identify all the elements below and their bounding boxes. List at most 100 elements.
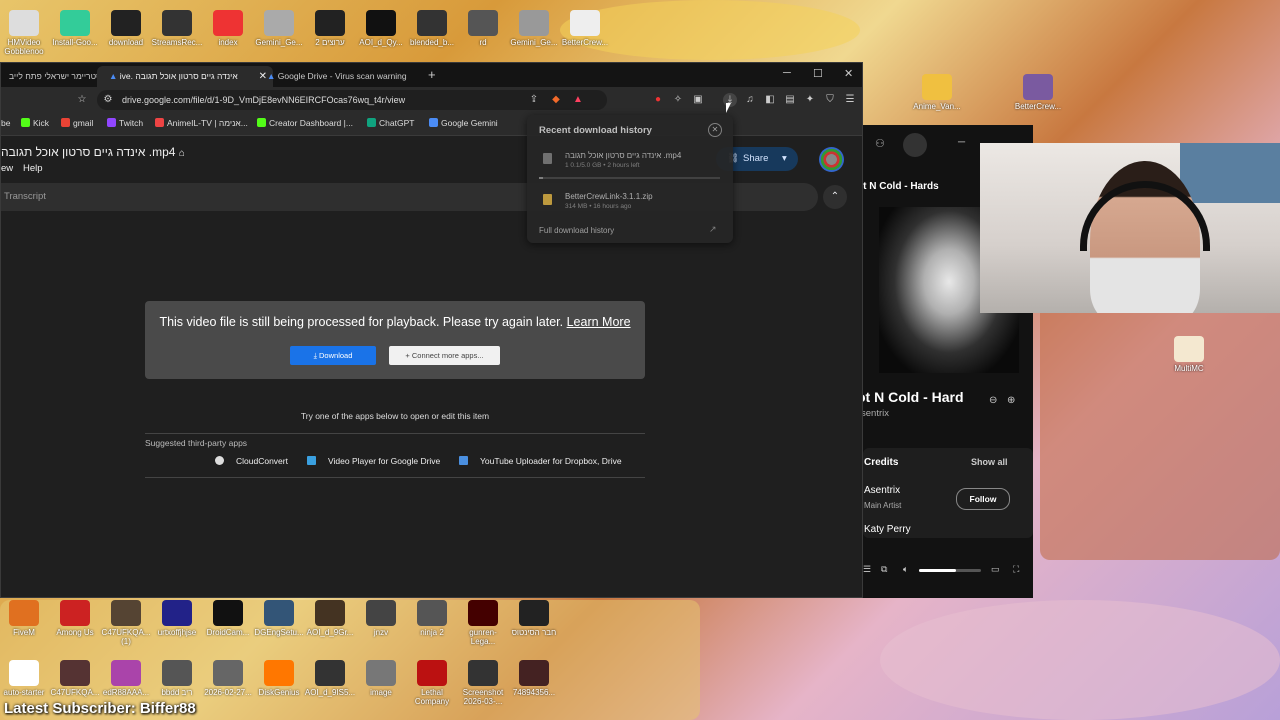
- desktop-icon[interactable]: C47UFKQA...: [49, 660, 101, 697]
- bookmark-icon[interactable]: ☆: [75, 93, 89, 107]
- volume-slider[interactable]: [919, 569, 981, 572]
- desktop-icon[interactable]: Install-Goo...: [49, 10, 101, 47]
- mini-player-icon[interactable]: ▭: [991, 564, 1000, 575]
- address-bar[interactable]: ⚙ drive.google.com/file/d/1-9D_VmDjE8evN…: [97, 90, 607, 110]
- maximize-button[interactable]: ☐: [813, 67, 823, 80]
- site-settings-icon[interactable]: ⚙: [101, 93, 115, 107]
- bookmark-item[interactable]: Twitch: [107, 118, 143, 128]
- desktop-icon[interactable]: 2026-02-27...: [202, 660, 254, 697]
- desktop-icon[interactable]: DroidCam...: [202, 600, 254, 637]
- bookmark-item[interactable]: Kick: [21, 118, 49, 128]
- learn-more-link[interactable]: Learn More: [567, 315, 631, 329]
- tab-streamer[interactable]: סטריימר ישראלי פתח לייב: [1, 66, 105, 87]
- desktop-icon[interactable]: StreamsRec...: [151, 10, 203, 47]
- track-title[interactable]: ot N Cold - Hard: [863, 389, 964, 405]
- chevron-up-icon[interactable]: ⌃: [823, 185, 847, 209]
- bookmark-item[interactable]: AnimeIL-TV | אנימה...: [155, 118, 248, 128]
- tab-drive-video[interactable]: ▲ ive. אינדה גיים סרטון אוכל תגובה ✕: [97, 66, 273, 87]
- desktop-icon[interactable]: gunren-Lega...: [457, 600, 509, 646]
- desktop-icon[interactable]: Gemini_Ge...: [253, 10, 305, 47]
- desktop-icon[interactable]: Among Us: [49, 600, 101, 637]
- credit-name[interactable]: Asentrix: [864, 485, 900, 496]
- desktop-icon[interactable]: C47UFKQA...(1): [100, 600, 152, 646]
- desktop-icon[interactable]: DiskGenius: [253, 660, 305, 697]
- close-icon[interactable]: ✕: [708, 123, 722, 137]
- plus-circle-icon[interactable]: ⊕: [1007, 395, 1015, 406]
- desktop-icon[interactable]: 74894356...: [508, 660, 560, 697]
- desktop-icon[interactable]: FiveM: [0, 600, 50, 637]
- app-cloudconvert[interactable]: CloudConvert: [215, 456, 288, 466]
- minus-circle-icon[interactable]: ⊖: [989, 395, 997, 406]
- extension-puzzle-icon[interactable]: ✧: [671, 93, 685, 107]
- desktop-icon[interactable]: BetterCrew...: [1012, 74, 1064, 111]
- share-page-icon[interactable]: ⇪: [527, 93, 541, 107]
- bookmark-item[interactable]: Google Gemini: [429, 118, 498, 128]
- friends-icon[interactable]: ⚇: [875, 137, 885, 150]
- fullscreen-icon[interactable]: ⛶: [1013, 564, 1019, 575]
- bookmark-item[interactable]: be: [1, 118, 10, 128]
- desktop-icon[interactable]: blended_b...: [406, 10, 458, 47]
- desktop-icon[interactable]: Gemini_Ge...: [508, 10, 560, 47]
- desktop-icon[interactable]: Screenshot 2026-03-...: [457, 660, 509, 706]
- wallet-icon[interactable]: ▤: [783, 93, 797, 107]
- desktop-icon[interactable]: auto-starter: [0, 660, 50, 697]
- desktop-icon[interactable]: MultiMC: [1163, 336, 1215, 373]
- app-icon: [519, 10, 549, 36]
- brave-shields-icon[interactable]: ◆: [549, 93, 563, 107]
- new-tab-button[interactable]: +: [428, 67, 436, 82]
- queue-icon[interactable]: ☰: [863, 564, 871, 575]
- desktop-icon[interactable]: BetterCrew...: [559, 10, 611, 47]
- desktop-icon-label: Among Us: [56, 628, 94, 637]
- desktop-icon[interactable]: bbdd ריב: [151, 660, 203, 697]
- avatar[interactable]: [903, 133, 927, 157]
- bookmark-item[interactable]: ChatGPT: [367, 118, 414, 128]
- desktop-icon[interactable]: HMVideo Gobblenoo: [0, 10, 50, 56]
- track-artist[interactable]: sentrix: [863, 408, 889, 419]
- desktop-icon[interactable]: Lethal Company: [406, 660, 458, 706]
- desktop-icon[interactable]: 2 ערוצים: [304, 10, 356, 47]
- connect-apps-button[interactable]: + Connect more apps...: [389, 346, 500, 365]
- sidebar-icon[interactable]: ◧: [763, 93, 777, 107]
- desktop-icon[interactable]: image: [355, 660, 407, 697]
- show-all-link[interactable]: Show all: [971, 457, 1008, 467]
- app-video-player[interactable]: Video Player for Google Drive: [307, 456, 440, 466]
- extension-record-icon[interactable]: ●: [651, 93, 665, 107]
- desktop-icon[interactable]: download: [100, 10, 152, 47]
- app-icon: [519, 600, 549, 626]
- desktop-icon[interactable]: AOI_d_Qy...: [355, 10, 407, 47]
- desktop-icon[interactable]: חבר הסינטוס: [508, 600, 560, 637]
- follow-button[interactable]: Follow: [956, 488, 1010, 510]
- extension-box-icon[interactable]: ▣: [691, 93, 705, 107]
- app-youtube-uploader[interactable]: YouTube Uploader for Dropbox, Drive: [459, 456, 622, 466]
- close-window-button[interactable]: ✕: [844, 67, 853, 80]
- menu-icon[interactable]: ☰: [843, 93, 857, 107]
- bookmark-item[interactable]: Creator Dashboard |...: [257, 118, 353, 128]
- desktop-icon[interactable]: ninja 2: [406, 600, 458, 637]
- avatar[interactable]: [819, 147, 844, 172]
- vpn-shield-icon[interactable]: ⛉: [823, 93, 837, 107]
- device-icon[interactable]: ⧉: [881, 564, 887, 575]
- download-button[interactable]: ⤓ Download: [290, 346, 376, 365]
- desktop-icon[interactable]: index: [202, 10, 254, 47]
- minimize-button[interactable]: ─: [783, 67, 791, 79]
- desktop-icon[interactable]: Anime_Van...: [911, 74, 963, 111]
- desktop-icon[interactable]: AOI_d_9Gr...: [304, 600, 356, 637]
- chevron-down-icon[interactable]: ▾: [782, 147, 787, 171]
- minimize-button[interactable]: ─: [958, 137, 965, 148]
- desktop-icon[interactable]: jnzv: [355, 600, 407, 637]
- volume-icon[interactable]: 🔈︎: [903, 564, 908, 575]
- leo-ai-icon[interactable]: ✦: [803, 93, 817, 107]
- full-history-link[interactable]: Full download history: [539, 226, 614, 235]
- menu-view[interactable]: ew: [1, 163, 13, 174]
- desktop-icon[interactable]: AOI_d_9IS5...: [304, 660, 356, 697]
- tab-virus-warning[interactable]: ▲ Google Drive - Virus scan warning: [259, 66, 435, 87]
- desktop-icon[interactable]: rd: [457, 10, 509, 47]
- menu-help[interactable]: Help: [23, 163, 43, 174]
- credit-name[interactable]: Katy Perry: [864, 524, 911, 535]
- desktop-icon[interactable]: edR88AAA...: [100, 660, 152, 697]
- brave-rewards-icon[interactable]: ▲: [571, 93, 585, 107]
- bookmark-item[interactable]: gmail: [61, 118, 93, 128]
- music-icon[interactable]: ♫: [743, 93, 757, 107]
- desktop-icon[interactable]: urtxoffjhjse: [151, 600, 203, 637]
- desktop-icon[interactable]: DGEngSetu...: [253, 600, 305, 637]
